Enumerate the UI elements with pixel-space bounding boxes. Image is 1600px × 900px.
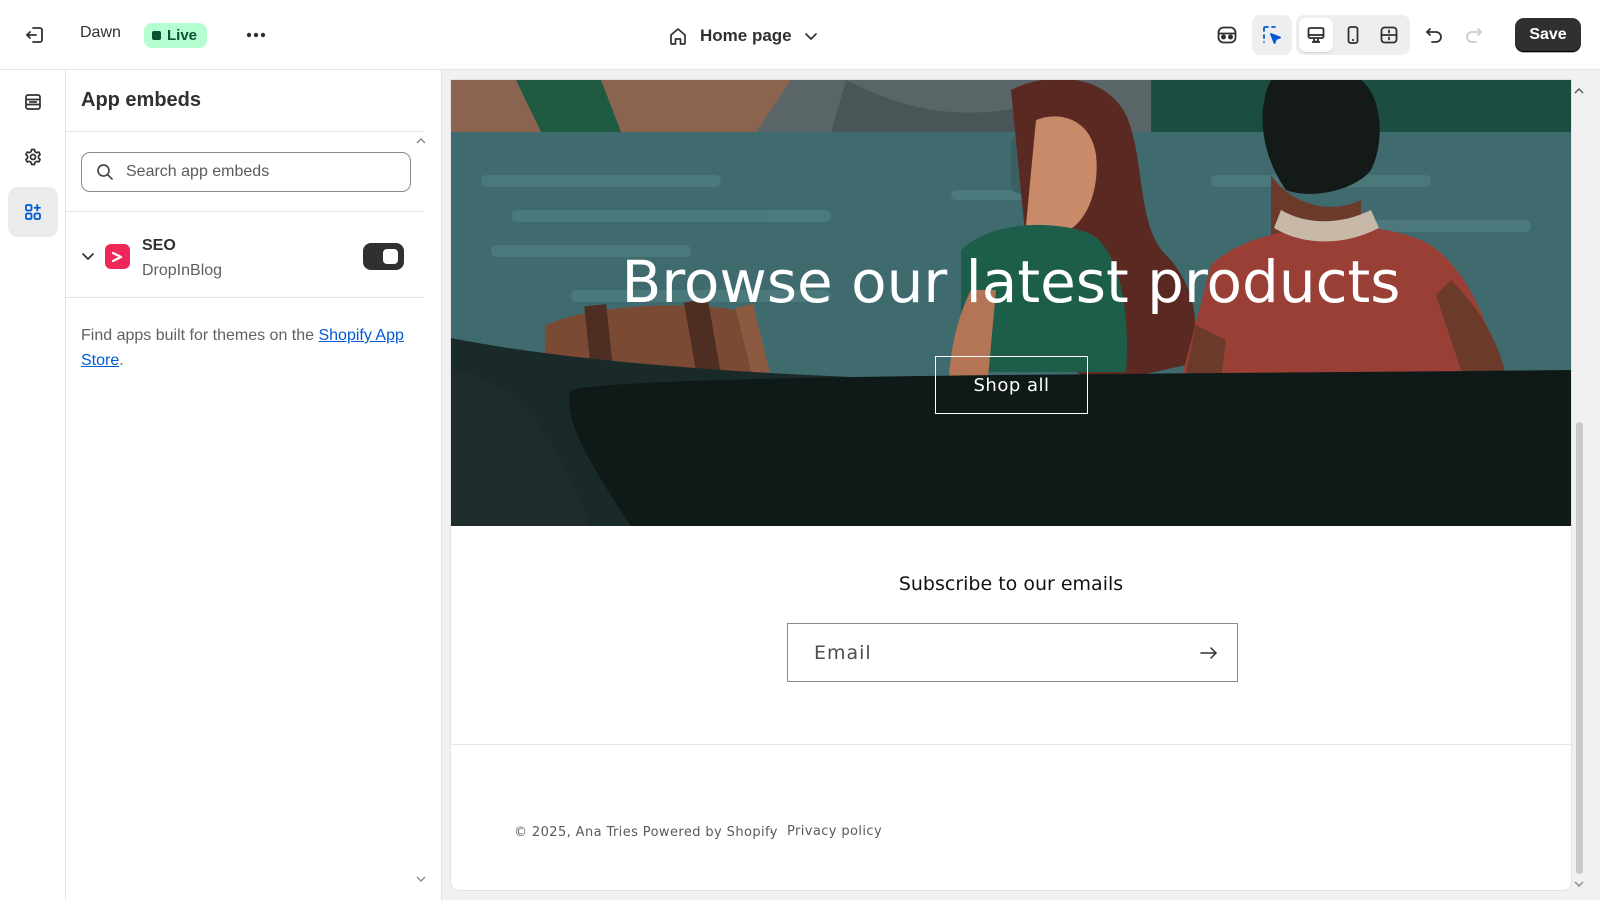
editor-left-rail — [0, 70, 66, 900]
editor-topbar: Dawn Live Home page Save — [0, 0, 1600, 70]
fullscreen-icon — [1380, 26, 1398, 44]
theme-name: Dawn — [80, 24, 121, 41]
preview-inspector-button[interactable] — [1211, 19, 1243, 51]
panel-title: App embeds — [81, 89, 202, 111]
undo-icon — [1426, 28, 1442, 43]
inspector-icon — [1217, 26, 1237, 44]
email-input[interactable] — [814, 641, 1184, 664]
newsletter-email-field[interactable] — [787, 623, 1238, 682]
save-button[interactable]: Save — [1515, 18, 1581, 52]
panel-scroll-down-arrow[interactable] — [416, 870, 426, 888]
scroll-up-arrow[interactable] — [1574, 82, 1584, 100]
home-icon — [670, 28, 686, 45]
preview-scrollbar[interactable] — [1573, 80, 1587, 890]
sections-icon — [25, 94, 41, 110]
ellipsis-icon — [246, 32, 266, 38]
app-embeds-panel: App embeds SEO DropInBlog Find apps buil… — [66, 70, 442, 900]
search-app-embeds[interactable] — [81, 152, 411, 192]
arrow-right-icon — [1200, 647, 1217, 659]
panel-divider — [66, 297, 424, 298]
search-input[interactable] — [126, 163, 386, 181]
caret-up-icon — [416, 138, 426, 144]
expand-embed-button[interactable] — [79, 247, 97, 265]
apps-icon — [25, 204, 41, 220]
exit-button[interactable] — [18, 18, 52, 52]
mobile-view-button[interactable] — [1336, 18, 1370, 52]
sections-tab-button[interactable] — [8, 77, 58, 127]
footer-separator: · — [769, 824, 774, 839]
embed-name: SEO — [142, 237, 176, 254]
footer-copyright: © 2025, Ana Tries Powered by Shopify — [514, 825, 778, 840]
live-status-badge: Live — [144, 23, 208, 48]
scroll-down-arrow[interactable] — [1574, 875, 1584, 893]
panel-divider — [66, 211, 424, 212]
theme-settings-tab-button[interactable] — [8, 132, 58, 182]
privacy-policy-link[interactable]: Privacy policy — [787, 824, 882, 839]
caret-down-icon — [416, 876, 426, 882]
caret-up-icon — [1574, 88, 1584, 94]
fullscreen-view-button[interactable] — [1372, 18, 1406, 52]
find-apps-help-text: Find apps built for themes on the Shopif… — [81, 323, 411, 373]
app-embeds-tab-button[interactable] — [8, 187, 58, 237]
chevron-down-icon — [82, 253, 94, 260]
footer-divider — [451, 744, 1571, 745]
exit-icon — [26, 27, 43, 43]
more-actions-button[interactable] — [240, 20, 272, 50]
newsletter-title: Subscribe to our emails — [898, 573, 1124, 595]
mobile-icon — [1347, 26, 1359, 44]
gear-icon — [25, 148, 41, 166]
toggle-knob — [383, 249, 398, 264]
dropinblog-logo-icon — [105, 244, 130, 269]
desktop-view-button[interactable] — [1299, 18, 1333, 52]
live-badge-label: Live — [167, 27, 198, 44]
search-icon — [96, 163, 114, 181]
cursor-select-icon — [1263, 26, 1281, 44]
hero-heading: Browse our latest products — [621, 248, 1401, 316]
shop-all-button[interactable]: Shop all — [935, 356, 1088, 414]
page-selector-label: Home page — [700, 26, 792, 45]
viewport-switcher — [1296, 15, 1410, 55]
app-embed-row: SEO DropInBlog — [66, 214, 424, 302]
page-selector[interactable]: Home page — [668, 20, 818, 52]
desktop-icon — [1307, 27, 1325, 43]
help-text-end: . — [119, 352, 124, 369]
element-select-button[interactable] — [1252, 15, 1292, 55]
embed-app-name: DropInBlog — [142, 262, 223, 279]
storefront-preview: Browse our latest products Shop all Subs… — [451, 80, 1571, 890]
newsletter-submit-button[interactable] — [1197, 642, 1221, 664]
redo-button[interactable] — [1458, 19, 1490, 51]
panel-scroll-up-arrow[interactable] — [416, 132, 426, 150]
caret-down-icon — [1574, 881, 1584, 887]
scroll-thumb[interactable] — [1576, 422, 1583, 874]
embed-enable-toggle[interactable] — [363, 243, 404, 270]
hero-banner: Browse our latest products Shop all — [451, 80, 1571, 526]
panel-divider — [66, 131, 424, 132]
redo-icon — [1466, 28, 1482, 43]
chevron-down-icon — [804, 33, 817, 40]
help-text: Find apps built for themes on the — [81, 327, 319, 344]
undo-button[interactable] — [1418, 19, 1450, 51]
live-dot-icon — [152, 31, 161, 40]
